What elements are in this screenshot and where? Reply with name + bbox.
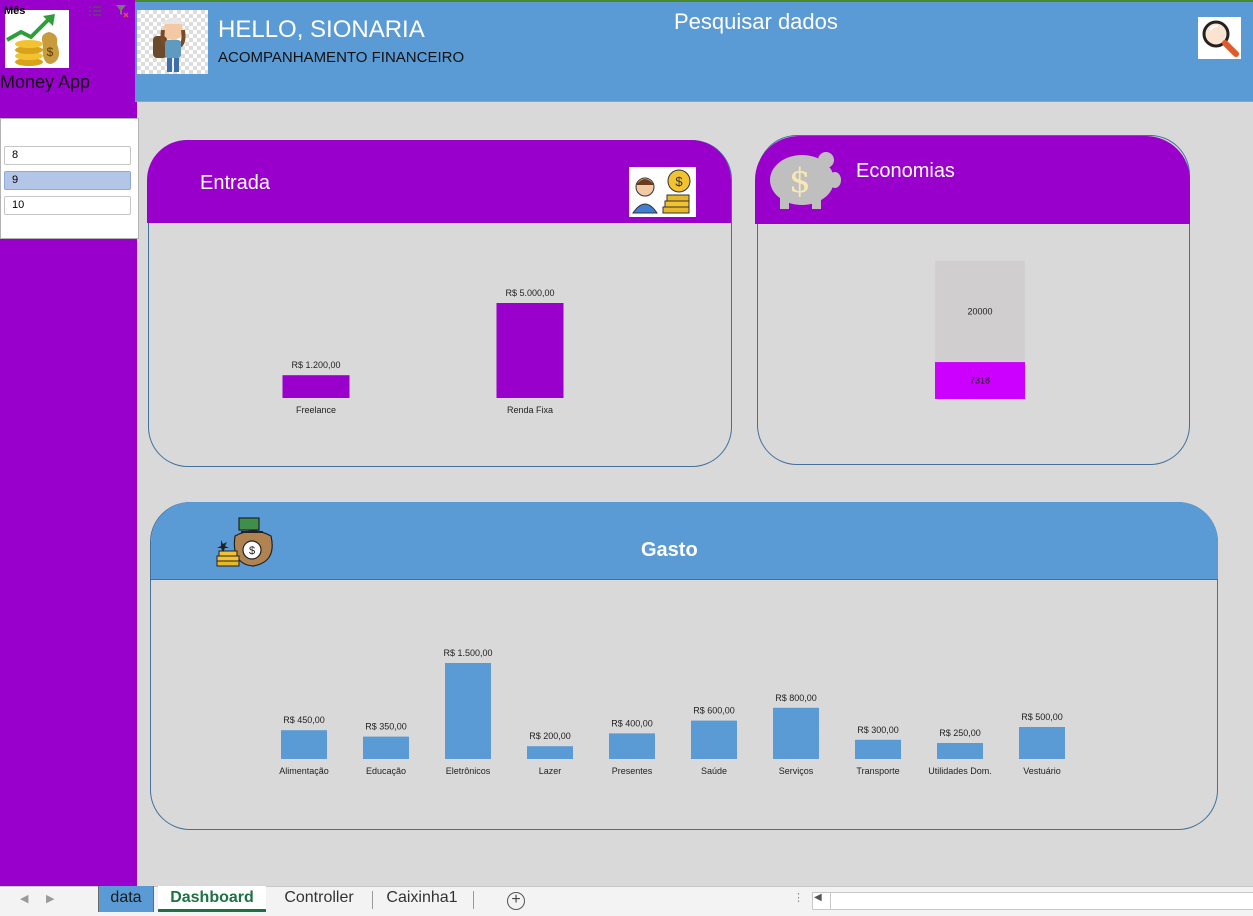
category-label: Transporte (856, 766, 899, 776)
svg-text:$: $ (249, 545, 255, 557)
economias-chart: 7318 20000 (935, 261, 1025, 399)
category-label: Alimentação (279, 766, 329, 776)
money-bag-icon: $ (213, 514, 277, 568)
data-label: 20000 (967, 307, 992, 317)
bar (445, 663, 491, 759)
category-label: Utilidades Dom. (928, 766, 992, 776)
slicer-item-8[interactable]: 8 (4, 146, 131, 165)
category-label: Presentes (612, 766, 653, 776)
person-coins-icon: $ (629, 167, 696, 217)
add-sheet-button[interactable]: + (507, 892, 525, 910)
svg-text:$: $ (675, 174, 683, 189)
bar (1019, 727, 1065, 759)
data-label: R$ 350,00 (365, 722, 407, 732)
bar (281, 730, 327, 759)
svg-text:$: $ (789, 161, 811, 201)
category-label: Freelance (296, 405, 336, 415)
greeting-title: HELLO, SIONARIA (218, 16, 425, 43)
multi-select-icon[interactable] (88, 4, 102, 18)
category-label: Educação (366, 766, 406, 776)
data-label: R$ 5.000,00 (505, 288, 554, 298)
data-label: R$ 400,00 (611, 718, 653, 728)
category-label: Lazer (539, 766, 562, 776)
bar (282, 375, 350, 398)
search-label: Pesquisar dados (674, 9, 838, 34)
data-label: R$ 800,00 (775, 693, 817, 703)
tab-divider (473, 891, 474, 909)
bar (937, 743, 983, 759)
app-name: Money App (0, 72, 91, 92)
magnifier-icon[interactable] (1198, 17, 1241, 59)
bar (609, 733, 655, 759)
scrollbar-thumb[interactable] (830, 893, 1253, 909)
sheet-tab-dashboard[interactable]: Dashboard (158, 886, 266, 912)
data-label: R$ 300,00 (857, 725, 899, 735)
data-label: R$ 1.500,00 (443, 648, 492, 658)
category-label: Vestuário (1023, 766, 1061, 776)
svg-text:$: $ (47, 45, 54, 59)
bar (855, 739, 901, 759)
data-label: R$ 600,00 (693, 706, 735, 716)
data-label: R$ 200,00 (529, 731, 571, 741)
bar (363, 736, 409, 759)
scroll-tabs-right-icon[interactable]: ▶ (46, 892, 54, 905)
scroll-tabs-left-icon[interactable]: ◀ (20, 892, 28, 905)
bar (496, 303, 564, 398)
data-label: R$ 500,00 (1021, 712, 1063, 722)
avatar (137, 10, 208, 74)
slicer-item-10[interactable]: 10 (4, 196, 131, 215)
data-label: R$ 450,00 (283, 715, 325, 725)
tab-split-handle-icon[interactable]: ⋮ (793, 891, 804, 904)
gasto-chart: R$ 450,00 Alimentação R$ 350,00 Educação R$ … (279, 648, 1065, 776)
piggy-bank-icon: $ (762, 142, 846, 212)
slicer-item-9[interactable]: 9 (4, 171, 131, 190)
sheet-tab-controller[interactable]: Controller (270, 886, 368, 912)
sheet-tab-data[interactable]: data (98, 886, 154, 912)
page-subtitle: ACOMPANHAMENTO FINANCEIRO (218, 49, 465, 66)
data-label: R$ 250,00 (939, 728, 981, 738)
bar (773, 707, 819, 759)
tab-divider (372, 891, 373, 909)
slicer-title: Mês (4, 5, 26, 17)
data-label: R$ 1.200,00 (291, 360, 340, 370)
gasto-title: Gasto (641, 539, 698, 561)
bar (527, 746, 573, 759)
category-label: Renda Fixa (507, 405, 553, 415)
economias-title: Economias (856, 160, 955, 182)
entrada-title: Entrada (200, 172, 271, 194)
category-label: Eletrônicos (446, 766, 491, 776)
scroll-left-icon[interactable]: ◀ (814, 892, 822, 903)
entrada-chart: R$ 1.200,00 Freelance R$ 5.000,00 Renda Fix… (282, 288, 564, 415)
sheet-tab-caixinha1[interactable]: Caixinha1 (376, 886, 468, 912)
bar (691, 720, 737, 759)
data-label: 7318 (970, 376, 990, 386)
category-label: Saúde (701, 766, 727, 776)
money-growth-icon: $ (5, 10, 69, 68)
clear-filter-icon[interactable] (115, 4, 129, 18)
category-label: Serviços (779, 766, 814, 776)
